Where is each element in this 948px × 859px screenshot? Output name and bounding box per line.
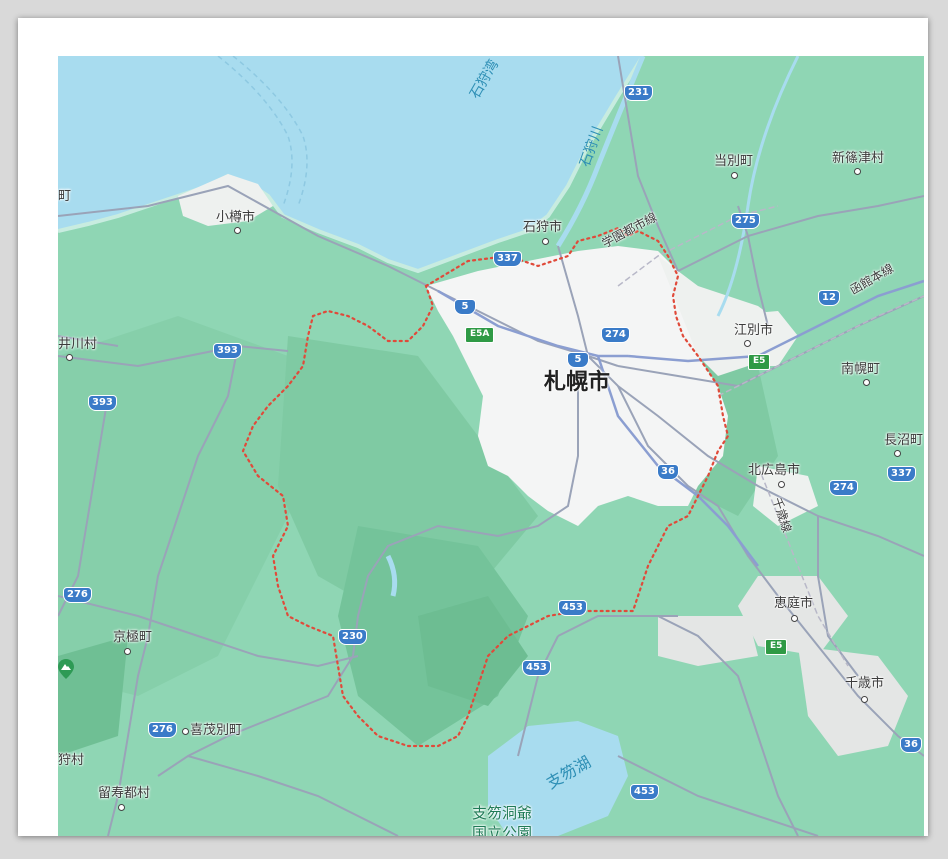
label-park-line1: 支笏洞爺 bbox=[472, 804, 533, 822]
mountain-pin-icon[interactable] bbox=[58, 659, 74, 679]
label-ishikari: 石狩市 bbox=[523, 220, 563, 235]
route-shield-274-center[interactable]: 274 bbox=[601, 327, 630, 343]
route-shield-453-north[interactable]: 453 bbox=[558, 600, 587, 616]
route-shield-5-west[interactable]: 5 bbox=[454, 299, 476, 315]
label-nanporo: 南幌町 bbox=[841, 362, 881, 377]
label-park-line2: 国立公園 bbox=[472, 824, 533, 837]
label-eniwa: 恵庭市 bbox=[774, 596, 814, 611]
city-dot-kyogoku bbox=[124, 648, 131, 655]
label-sapporo: 札幌市 bbox=[544, 370, 611, 395]
expressway-shield-e5-south[interactable]: E5 bbox=[765, 639, 788, 655]
label-kimobetsu: 喜茂別町 bbox=[190, 723, 243, 738]
label-ebetsu: 江別市 bbox=[734, 323, 774, 338]
city-dot-nanporo bbox=[863, 379, 870, 386]
route-shield-36-center[interactable]: 36 bbox=[657, 464, 679, 480]
label-naganuma: 長沼町 bbox=[884, 433, 924, 448]
map-base-layer bbox=[58, 56, 924, 836]
route-shield-337-east[interactable]: 337 bbox=[887, 466, 916, 482]
label-otaru: 小樽市 bbox=[216, 210, 256, 225]
city-dot-tobetsu bbox=[731, 172, 738, 179]
label-akaigawa: 井川村 bbox=[58, 337, 98, 352]
photo-frame: 札幌市 小樽市 石狩市 当別町 新篠津村 江別市 北広島市 恵庭市 千歳市 南幌… bbox=[18, 18, 928, 836]
city-dot-kimobetsu bbox=[182, 728, 189, 735]
label-chitose: 千歳市 bbox=[845, 676, 885, 691]
route-shield-276-south[interactable]: 276 bbox=[148, 722, 177, 738]
city-dot-ishikari bbox=[542, 238, 549, 245]
route-shield-393-north[interactable]: 393 bbox=[213, 343, 242, 359]
label-left-edge-village: 狩村 bbox=[58, 753, 85, 768]
label-shinshinotsu: 新篠津村 bbox=[832, 151, 885, 166]
city-dot-kitahiroshima bbox=[778, 481, 785, 488]
label-tobetsu: 当別町 bbox=[714, 154, 754, 169]
route-shield-453-mid[interactable]: 453 bbox=[522, 660, 551, 676]
expressway-shield-e5-east[interactable]: E5 bbox=[748, 354, 771, 370]
route-shield-36-south[interactable]: 36 bbox=[900, 737, 922, 753]
route-shield-393-west[interactable]: 393 bbox=[88, 395, 117, 411]
route-shield-274-east[interactable]: 274 bbox=[829, 480, 858, 496]
route-shield-275[interactable]: 275 bbox=[731, 213, 760, 229]
route-shield-230[interactable]: 230 bbox=[338, 629, 367, 645]
route-shield-231[interactable]: 231 bbox=[624, 85, 653, 101]
expressway-shield-e5a[interactable]: E5A bbox=[465, 327, 495, 343]
route-shield-5-center[interactable]: 5 bbox=[567, 352, 589, 368]
city-dot-ebetsu bbox=[744, 340, 751, 347]
label-rusutsu: 留寿都村 bbox=[98, 786, 151, 801]
route-shield-453-south[interactable]: 453 bbox=[630, 784, 659, 800]
city-dot-eniwa bbox=[791, 615, 798, 622]
map-view[interactable]: 札幌市 小樽市 石狩市 当別町 新篠津村 江別市 北広島市 恵庭市 千歳市 南幌… bbox=[58, 56, 924, 836]
city-dot-rusutsu bbox=[118, 804, 125, 811]
city-dot-akaigawa bbox=[66, 354, 73, 361]
route-shield-337-north[interactable]: 337 bbox=[493, 251, 522, 267]
label-kyogoku: 京極町 bbox=[113, 630, 153, 645]
city-dot-otaru bbox=[234, 227, 241, 234]
label-left-edge-town: 町 bbox=[58, 189, 72, 204]
route-shield-12[interactable]: 12 bbox=[818, 290, 840, 306]
city-dot-shinshinotsu bbox=[854, 168, 861, 175]
city-dot-chitose bbox=[861, 696, 868, 703]
city-dot-naganuma bbox=[894, 450, 901, 457]
label-kitahiroshima: 北広島市 bbox=[748, 463, 801, 478]
route-shield-276-west[interactable]: 276 bbox=[63, 587, 92, 603]
